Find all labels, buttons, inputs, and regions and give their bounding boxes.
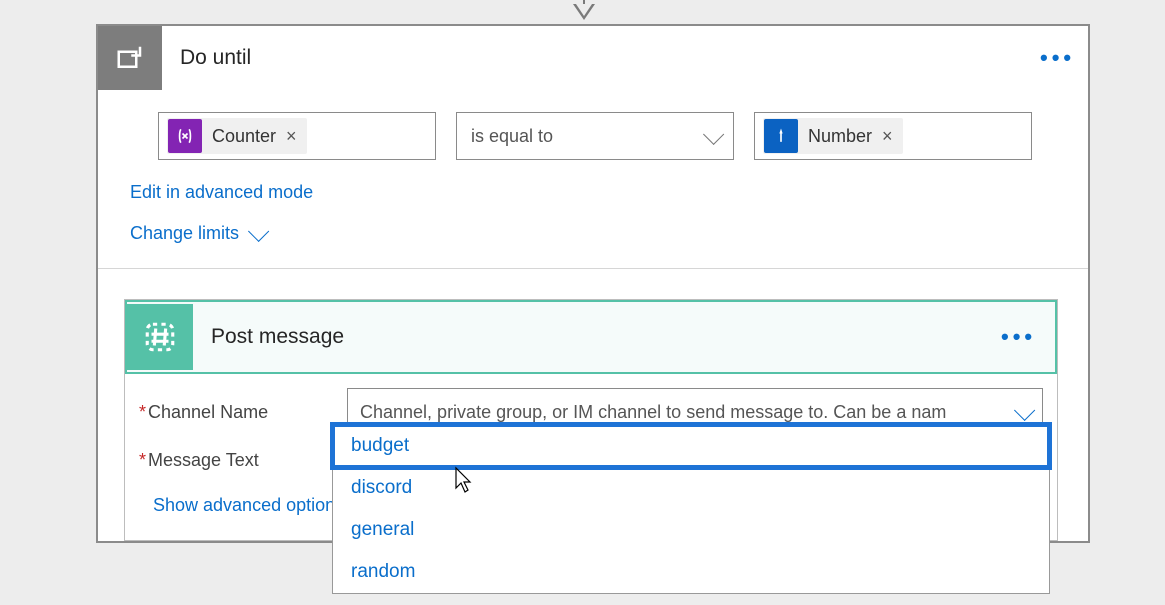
counter-token[interactable]: Counter × — [167, 118, 307, 154]
required-star: * — [139, 402, 146, 422]
input-icon — [764, 119, 798, 153]
do-until-more-button[interactable]: ••• — [1040, 45, 1088, 71]
post-message-title: Post message — [193, 325, 1001, 349]
loop-icon — [98, 26, 162, 90]
dropdown-item-general[interactable]: general — [333, 509, 1049, 551]
required-star: * — [139, 450, 146, 470]
message-text-label: *Message Text — [139, 450, 347, 471]
condition-operator-select[interactable]: is equal to — [456, 112, 734, 160]
do-until-title: Do until — [162, 46, 1040, 70]
dropdown-item-discord[interactable]: discord — [333, 467, 1049, 509]
condition-row: Counter × is equal to — [158, 112, 1070, 160]
number-token[interactable]: Number × — [763, 118, 903, 154]
channel-name-label: *Channel Name — [139, 402, 347, 423]
edit-advanced-mode-link[interactable]: Edit in advanced mode — [130, 182, 313, 203]
chevron-down-icon — [703, 123, 724, 144]
counter-token-label: Counter — [212, 126, 276, 147]
condition-right-operand[interactable]: Number × — [754, 112, 1032, 160]
condition-left-operand[interactable]: Counter × — [158, 112, 436, 160]
chevron-down-icon — [1014, 399, 1035, 420]
dropdown-item-random[interactable]: random — [333, 551, 1049, 593]
remove-token-icon[interactable]: × — [882, 126, 893, 147]
remove-token-icon[interactable]: × — [286, 126, 297, 147]
divider — [98, 268, 1088, 269]
chevron-down-icon — [248, 221, 269, 242]
channel-name-placeholder: Channel, private group, or IM channel to… — [360, 402, 946, 423]
variable-icon — [168, 119, 202, 153]
operator-label: is equal to — [471, 126, 553, 147]
change-limits-link[interactable]: Change limits — [130, 223, 264, 244]
do-until-header[interactable]: Do until ••• — [98, 26, 1088, 90]
hash-icon — [127, 304, 193, 370]
action-more-button[interactable]: ••• — [1001, 324, 1049, 350]
post-message-header[interactable]: Post message ••• — [125, 300, 1057, 374]
channel-dropdown[interactable]: budget discord general random — [332, 424, 1050, 594]
dropdown-item-budget[interactable]: budget — [333, 425, 1049, 467]
number-token-label: Number — [808, 126, 872, 147]
